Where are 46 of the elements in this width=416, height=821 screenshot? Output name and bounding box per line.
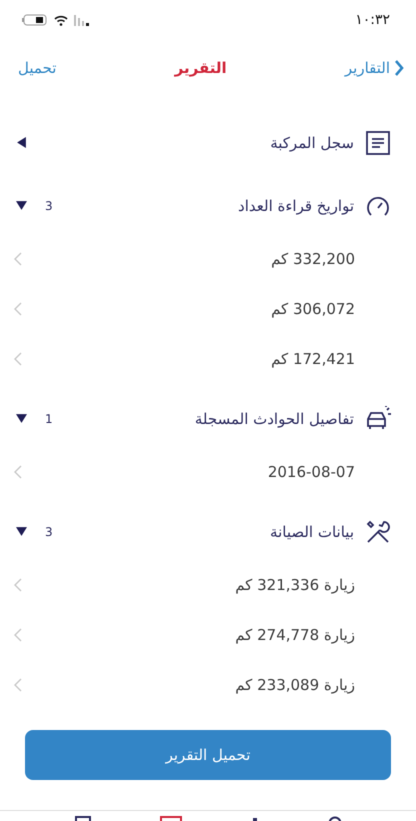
- section-title: بيانات الصيانة: [269, 522, 354, 540]
- battery-icon: [22, 14, 48, 26]
- triangle-icon: [16, 526, 27, 537]
- chevron-icon: [14, 678, 22, 692]
- tab-icon[interactable]: [328, 816, 342, 821]
- chevron-icon: [14, 302, 22, 316]
- triangle-icon: [16, 137, 27, 148]
- list-item[interactable]: 172,421 كم: [0, 334, 416, 384]
- list-item[interactable]: 2016-08-07: [0, 447, 416, 497]
- item-text: زيارة 274,778 كم: [234, 626, 355, 644]
- section-header[interactable]: سجل المركبة: [0, 114, 416, 171]
- section-title: تواريخ قراءة العداد: [237, 196, 354, 214]
- section-title: سجل المركبة: [269, 134, 354, 152]
- item-text: زيارة 321,336 كم: [234, 576, 355, 594]
- signal-icon: [74, 14, 92, 26]
- list-item[interactable]: 306,072 كم: [0, 284, 416, 334]
- item-text: 172,421 كم: [270, 350, 355, 368]
- download-link[interactable]: تحميل: [18, 59, 56, 77]
- chevron-icon: [14, 352, 22, 366]
- wifi-icon: [54, 14, 68, 26]
- tab-icon[interactable]: [74, 816, 90, 821]
- list-item[interactable]: 332,200 كم: [0, 234, 416, 284]
- page-title: التقرير: [174, 59, 227, 77]
- item-text: 306,072 كم: [270, 300, 355, 318]
- chevron-icon: [14, 465, 22, 479]
- download-report-button[interactable]: تحميل التقرير: [25, 730, 391, 780]
- section-title: تفاصيل الحوادث المسجلة: [194, 410, 354, 428]
- item-text: زيارة 233,089 كم: [234, 676, 355, 694]
- section-count: 1: [45, 412, 53, 426]
- chevron-icon: [14, 628, 22, 642]
- back-chevron-icon: [394, 59, 404, 77]
- document-icon: [364, 128, 392, 156]
- item-text: 332,200 كم: [270, 250, 355, 268]
- status-time: ١٠:٣٢: [355, 12, 390, 28]
- chevron-icon: [14, 252, 22, 266]
- triangle-icon: [16, 413, 27, 424]
- list-item[interactable]: زيارة 274,778 كم: [0, 610, 416, 660]
- list-item[interactable]: زيارة 233,089 كم: [0, 660, 416, 710]
- chevron-icon: [14, 578, 22, 592]
- back-link[interactable]: التقارير: [344, 59, 404, 77]
- list-item[interactable]: زيارة 321,336 كم: [0, 560, 416, 610]
- triangle-icon: [16, 200, 27, 211]
- item-text: 2016-08-07: [266, 463, 355, 481]
- section-count: 3: [45, 198, 53, 212]
- section-count: 3: [45, 524, 53, 538]
- tab-icon[interactable]: [250, 817, 258, 821]
